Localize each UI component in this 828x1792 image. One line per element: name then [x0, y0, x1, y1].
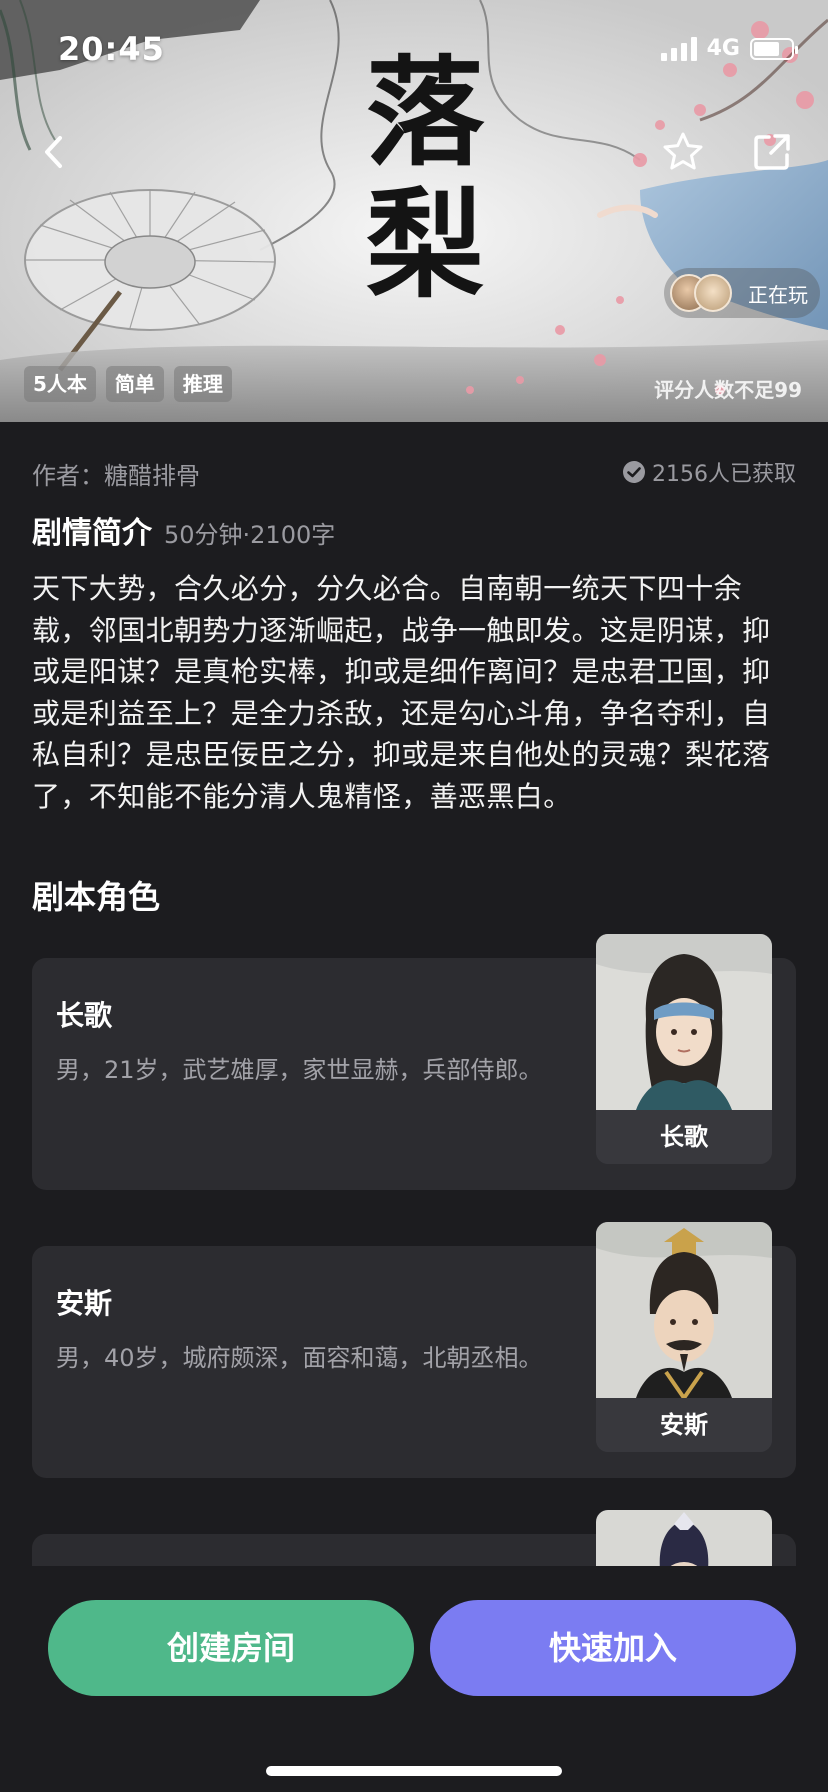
role-portrait-label: 长歌	[596, 1110, 772, 1164]
script-tags: 5人本 简单 推理	[24, 366, 232, 402]
synopsis-text: 天下大势，合久必分，分久必合。自南朝一统天下四十余载，邻国北朝势力逐渐崛起，战争…	[32, 572, 771, 813]
now-playing-pill[interactable]: 正在玩	[664, 268, 820, 318]
status-time: 20:45	[58, 30, 165, 68]
home-indicator[interactable]	[266, 1766, 562, 1776]
tag-player-count: 5人本	[24, 366, 96, 402]
roles-section-title: 剧本角色	[32, 878, 161, 916]
hero-banner: 落 梨 20:45 4G 正在玩 5人本 简单 推理 评分人数不足99	[0, 0, 828, 422]
synopsis-title: 剧情简介	[32, 516, 152, 551]
player-avatar	[694, 274, 732, 312]
star-icon	[663, 132, 703, 170]
share-button[interactable]	[742, 122, 802, 182]
bottom-action-bar: 创建房间 快速加入	[0, 1566, 828, 1792]
now-playing-label: 正在玩	[748, 282, 808, 307]
obtained-count: 2156人已获取	[622, 456, 796, 488]
role-name: 长歌	[56, 999, 113, 1032]
obtained-count-label: 2156人已获取	[652, 462, 796, 487]
role-portrait-image	[596, 934, 772, 1110]
create-room-button[interactable]: 创建房间	[48, 1600, 414, 1696]
network-type: 4G	[706, 36, 740, 61]
synopsis-header: 剧情简介 50分钟·2100字	[32, 508, 335, 552]
role-portrait-label: 安斯	[596, 1398, 772, 1452]
role-portrait[interactable]: 安斯	[596, 1222, 772, 1452]
share-icon	[754, 134, 790, 170]
role-portrait[interactable]: 长歌	[596, 934, 772, 1164]
rating-note: 评分人数不足99	[654, 378, 802, 402]
quick-join-button[interactable]: 快速加入	[430, 1600, 796, 1696]
battery-icon	[750, 37, 798, 60]
tag-genre: 推理	[173, 366, 232, 402]
back-button[interactable]	[24, 122, 84, 182]
favorite-button[interactable]	[653, 122, 713, 182]
chevron-left-icon	[45, 136, 62, 168]
tag-difficulty: 简单	[105, 366, 164, 402]
role-portrait-image	[596, 1222, 772, 1398]
check-circle-icon	[623, 461, 645, 483]
status-bar: 20:45 4G	[0, 0, 828, 100]
status-indicators: 4G	[660, 36, 798, 61]
svg-text:梨: 梨	[366, 175, 484, 314]
author-row: 作者：糖醋排骨 2156人已获取	[32, 456, 796, 490]
role-description: 男，40岁，城府颇深，面容和蔼，北朝丞相。	[56, 1344, 543, 1372]
role-name: 安斯	[56, 1287, 113, 1320]
script-detail-page: 落 梨 20:45 4G 正在玩 5人本 简单 推理 评分人数不足99 作者：糖…	[0, 0, 828, 1792]
signal-icon	[660, 36, 697, 61]
role-description: 男，21岁，武艺雄厚，家世显赫，兵部侍郎。	[56, 1056, 543, 1084]
synopsis-meta: 50分钟·2100字	[164, 521, 336, 549]
author-name[interactable]: 作者：糖醋排骨	[32, 456, 200, 491]
